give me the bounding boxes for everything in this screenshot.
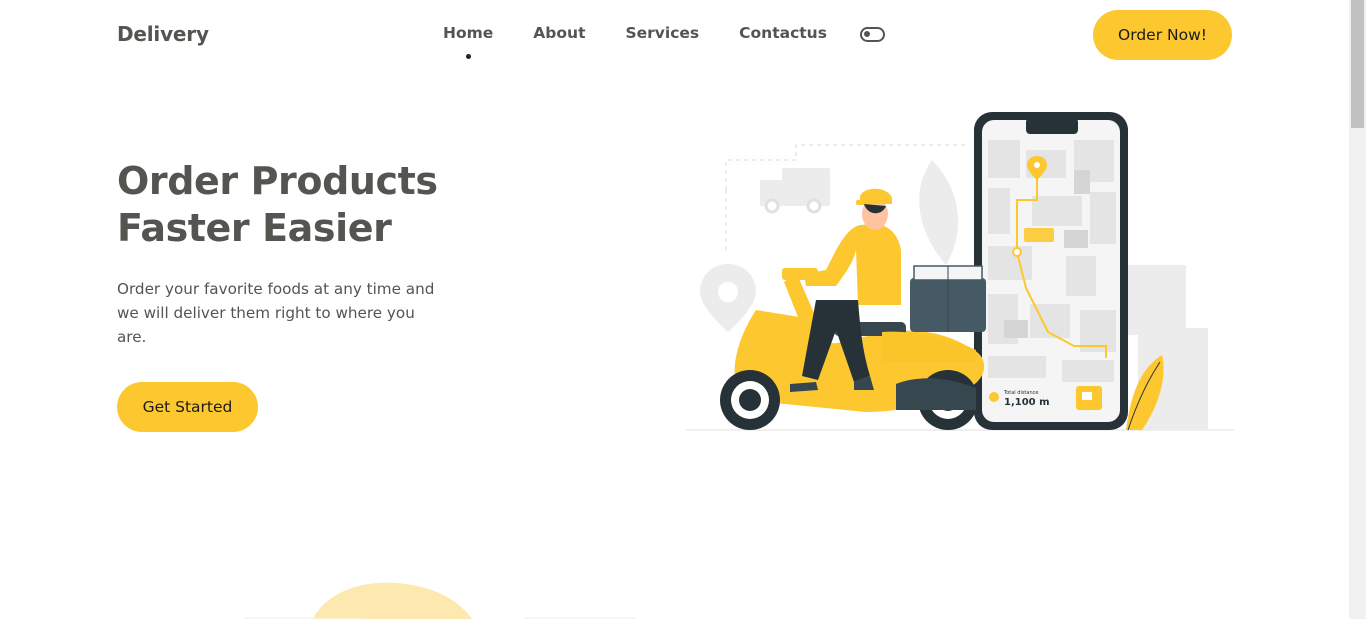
hero-description: Order your favorite foods at any time an… xyxy=(117,280,435,346)
scrollbar-thumb[interactable] xyxy=(1351,0,1364,128)
nav-home[interactable]: Home xyxy=(443,24,493,59)
page-scrollbar[interactable] xyxy=(1349,0,1366,619)
section-blob-shape xyxy=(245,582,635,619)
page: Delivery Home About Services Contactus O… xyxy=(0,0,1349,619)
hero-title: Order Products Faster Easier xyxy=(117,159,438,250)
logo[interactable]: Delivery xyxy=(117,22,209,46)
main-nav: Home About Services Contactus xyxy=(443,24,867,59)
nav-about[interactable]: About xyxy=(533,24,585,42)
theme-toggle-icon[interactable] xyxy=(860,27,885,42)
order-now-button[interactable]: Order Now! xyxy=(1093,10,1232,60)
distance-label: Total distance xyxy=(1003,390,1038,396)
nav-services[interactable]: Services xyxy=(625,24,699,42)
get-started-button[interactable]: Get Started xyxy=(117,382,258,432)
distance-value: 1,100 m xyxy=(1004,397,1050,408)
delivery-scooter-illustration: Total distance 1,100 m xyxy=(686,112,1234,431)
nav-contactus[interactable]: Contactus xyxy=(739,24,827,42)
toggle-knob xyxy=(864,31,870,37)
